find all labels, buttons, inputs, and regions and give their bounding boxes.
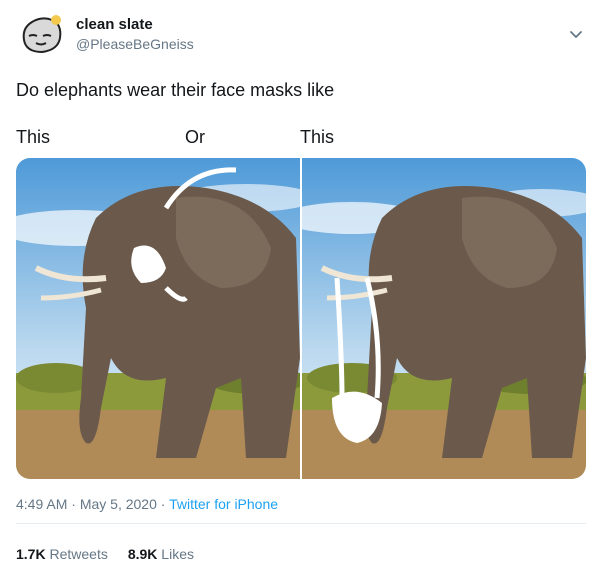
likes-count: 8.9K [127, 546, 158, 562]
meta-separator: · [156, 496, 170, 512]
media-image-right[interactable] [302, 158, 586, 479]
chevron-down-icon[interactable] [566, 24, 586, 44]
option-label-2: Or [185, 127, 205, 147]
meta-separator: · [67, 496, 80, 512]
display-name[interactable]: clean slate [76, 16, 153, 33]
retweets-count: 1.7K [16, 546, 46, 562]
user-handle[interactable]: @PleaseBeGneiss [76, 36, 194, 52]
tweet-date[interactable]: May 5, 2020 [80, 496, 157, 512]
likes-stat[interactable]: 8.9K Likes [128, 546, 194, 562]
likes-label: Likes [161, 546, 194, 562]
avatar[interactable] [16, 10, 66, 60]
media-image-left[interactable] [16, 158, 300, 479]
tweet-stats: 1.7K Retweets 8.9K Likes [16, 546, 194, 562]
rock-avatar-icon [22, 15, 62, 54]
tweet-time[interactable]: 4:49 AM [16, 496, 67, 512]
option-label-1: This [16, 127, 51, 147]
retweets-stat[interactable]: 1.7K Retweets [16, 546, 108, 562]
option-label-3: This [300, 127, 335, 147]
tweet-meta: 4:49 AM · May 5, 2020 · Twitter for iPho… [16, 496, 278, 512]
tweet-text: Do elephants wear their face masks like [16, 80, 335, 100]
tweet-source-link[interactable]: Twitter for iPhone [169, 496, 278, 512]
tweet-media[interactable] [16, 158, 586, 479]
divider [16, 523, 586, 524]
tweet-card: clean slate @PleaseBeGneiss Do elephants… [0, 0, 602, 575]
retweets-label: Retweets [49, 546, 108, 562]
